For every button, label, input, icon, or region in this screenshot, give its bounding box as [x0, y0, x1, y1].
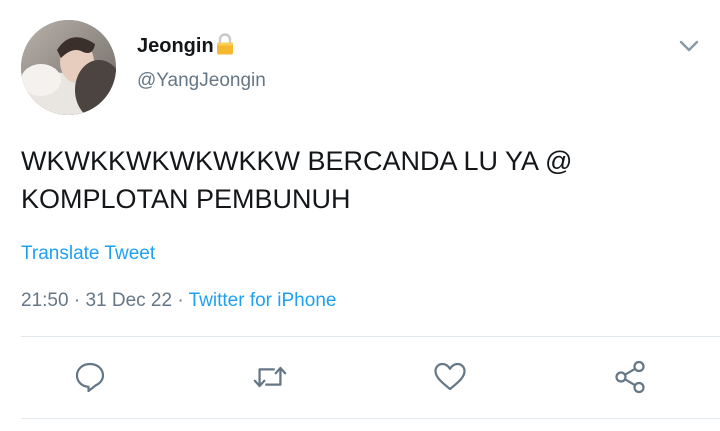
handle[interactable]: @YangJeongin: [137, 69, 266, 93]
tweet-text-line-1: WKWKKWKWKWKKW BERCANDA LU YA @: [21, 146, 573, 176]
divider: [21, 418, 720, 419]
like-button[interactable]: [432, 359, 468, 395]
heart-icon: [434, 362, 466, 391]
avatar[interactable]: [21, 20, 116, 115]
retweet-icon: [253, 366, 287, 388]
retweet-button[interactable]: [252, 359, 288, 395]
share-icon: [615, 360, 645, 394]
meta-separator: ·: [177, 290, 184, 311]
tweet-card: Jeongin @YangJeongin WKWKKWKWKWKKW BERCA…: [0, 0, 720, 431]
tweet-source[interactable]: Twitter for iPhone: [189, 290, 337, 311]
reply-button[interactable]: [72, 359, 108, 395]
display-name[interactable]: Jeongin: [137, 33, 235, 61]
divider: [21, 336, 720, 337]
share-button[interactable]: [612, 359, 648, 395]
tweet-text-line-2: KOMPLOTAN PEMBUNUH: [21, 184, 351, 214]
reply-icon: [75, 362, 105, 393]
translate-tweet-link[interactable]: Translate Tweet: [21, 242, 155, 266]
tweet-time: 21:50: [21, 290, 69, 311]
tweet-meta: 21:50 · 31 Dec 22 · Twitter for iPhone: [21, 289, 336, 313]
meta-separator: ·: [73, 290, 81, 311]
chevron-down-icon[interactable]: [676, 36, 702, 56]
lock-icon: [215, 33, 235, 61]
display-name-text: Jeongin: [137, 35, 214, 57]
tweet-text: WKWKKWKWKWKKW BERCANDA LU YA @ KOMPLOTAN…: [21, 142, 681, 218]
tweet-date: 31 Dec 22: [85, 290, 173, 311]
